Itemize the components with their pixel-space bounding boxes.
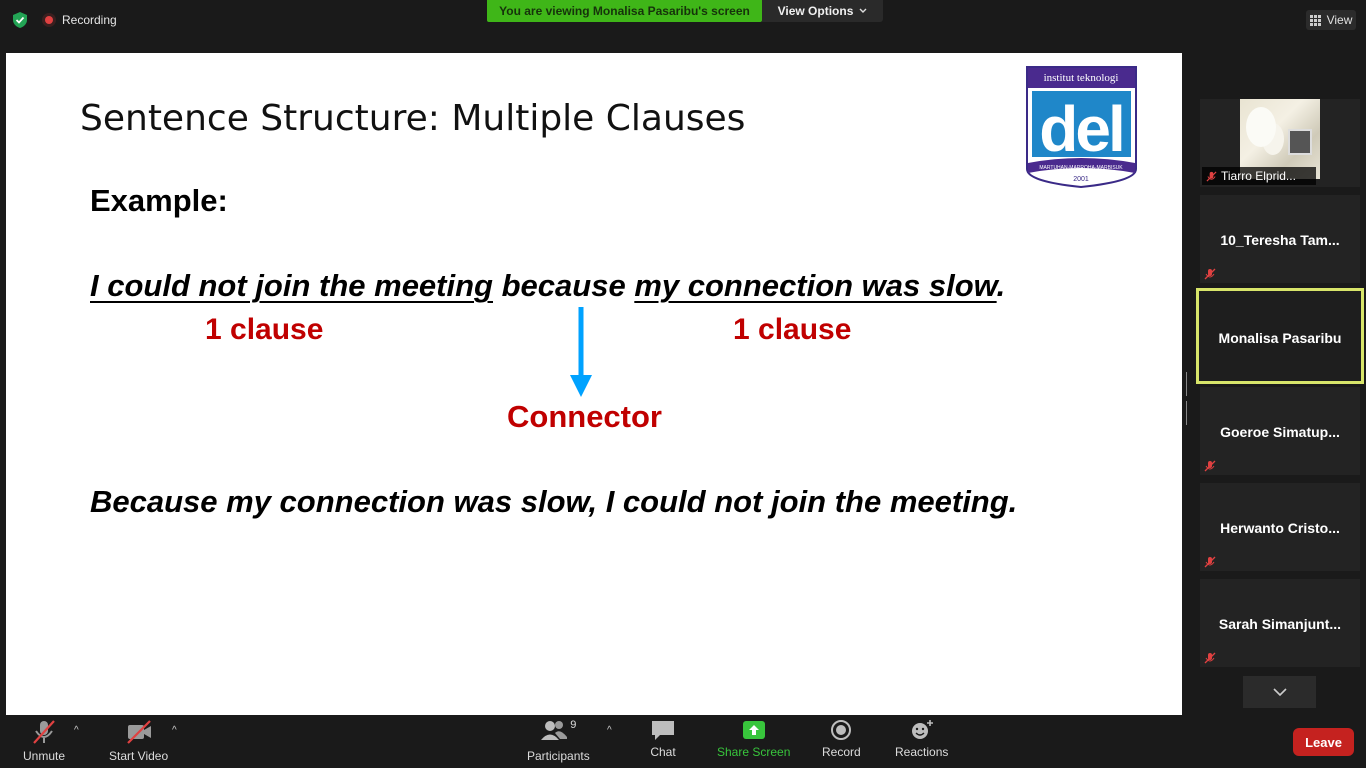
video-options-caret[interactable]: ^ <box>172 725 177 736</box>
mic-muted-icon <box>1204 268 1216 280</box>
recording-label: Recording <box>62 13 117 27</box>
chat-button[interactable]: Chat <box>650 719 676 759</box>
share-screen-button[interactable]: Share Screen <box>717 719 790 759</box>
clause-label-1: 1 clause <box>205 313 324 346</box>
participant-name: Monalisa Pasaribu <box>1218 330 1342 346</box>
recording-indicator[interactable]: Recording <box>42 11 117 29</box>
top-bar: Recording You are viewing Monalisa Pasar… <box>0 0 1366 40</box>
participants-icon <box>541 721 568 740</box>
mic-muted-icon <box>1204 556 1216 568</box>
record-label: Record <box>822 745 861 759</box>
start-video-button[interactable]: Start Video <box>109 719 168 763</box>
smiley-plus-icon <box>911 720 933 739</box>
mic-muted-icon <box>1204 652 1216 664</box>
svg-text:institut teknologi: institut teknologi <box>1044 72 1119 84</box>
mic-muted-icon <box>33 720 55 744</box>
participants-button[interactable]: 9 Participants <box>527 719 590 763</box>
participant-tile-active-speaker[interactable]: Monalisa Pasaribu <box>1196 288 1364 384</box>
view-label: View <box>1326 13 1353 27</box>
mic-muted-icon <box>1206 170 1217 182</box>
participant-tile[interactable]: 10_Teresha Tam... <box>1200 195 1360 283</box>
security-shield-icon[interactable] <box>11 11 29 29</box>
meeting-toolbar: Unmute ^ Start Video ^ 9 Participants ^ … <box>0 715 1366 768</box>
view-options-button[interactable]: View Options <box>762 0 883 22</box>
participant-tile[interactable]: Tiarro Elprid... <box>1200 99 1360 187</box>
recording-icon <box>42 13 56 27</box>
slide-title: Sentence Structure: Multiple Clauses <box>80 98 746 139</box>
clause-one-text: I could not join the meeting <box>90 268 493 303</box>
example-sentence: I could not join the meeting because my … <box>90 268 1005 304</box>
mic-muted-icon <box>1204 460 1216 472</box>
video-off-icon <box>126 720 151 744</box>
view-options-label: View Options <box>777 4 854 18</box>
unmute-button[interactable]: Unmute <box>23 719 65 763</box>
participant-name: Tiarro Elprid... <box>1221 169 1296 183</box>
participant-video-thumbnail: Tiarro Elprid... <box>1202 99 1320 185</box>
connector-word: because <box>493 268 635 303</box>
chevron-down-icon <box>1272 688 1287 696</box>
chat-label: Chat <box>650 745 676 759</box>
participant-tile[interactable]: Goeroe Simatup... <box>1200 387 1360 475</box>
panel-splitter-handle[interactable] <box>1186 372 1190 425</box>
gallery-scroll-down-button[interactable] <box>1243 676 1316 708</box>
share-screen-icon <box>742 721 765 739</box>
participant-name: Herwanto Cristo... <box>1220 520 1340 536</box>
down-arrow-icon <box>570 307 592 397</box>
clause-label-2: 1 clause <box>733 313 852 346</box>
participants-options-caret[interactable]: ^ <box>607 725 612 736</box>
reordered-sentence: Because my connection was slow, I could … <box>90 484 1018 519</box>
record-icon <box>831 720 852 740</box>
clause-two-text: my connection was slow <box>634 268 997 303</box>
participant-name: Sarah Simanjunt... <box>1218 616 1342 632</box>
svg-text:MARTUHAN·MARROHA·MARBISUK: MARTUHAN·MARROHA·MARBISUK <box>1039 165 1123 171</box>
shared-screen: Sentence Structure: Multiple Clauses Exa… <box>6 53 1182 715</box>
chevron-down-icon <box>859 8 867 13</box>
participants-count: 9 <box>570 719 577 731</box>
record-button[interactable]: Record <box>822 719 861 759</box>
del-logo: institut teknologi del MARTUHAN·MARROHA·… <box>1026 66 1137 189</box>
grid-icon <box>1309 14 1321 26</box>
svg-text:2001: 2001 <box>1073 176 1089 183</box>
participants-label: Participants <box>527 749 590 763</box>
svg-text:del: del <box>1039 93 1122 165</box>
example-label: Example: <box>90 183 228 218</box>
share-screen-label: Share Screen <box>717 745 791 759</box>
leave-button[interactable]: Leave <box>1293 728 1354 756</box>
reactions-button[interactable]: Reactions <box>895 719 948 759</box>
view-button[interactable]: View <box>1306 10 1356 30</box>
participant-tile[interactable]: Sarah Simanjunt... <box>1200 579 1360 667</box>
sentence-period: . <box>996 268 1006 303</box>
connector-label: Connector <box>507 399 662 434</box>
participant-tile[interactable]: Herwanto Cristo... <box>1200 483 1360 571</box>
audio-options-caret[interactable]: ^ <box>74 725 79 736</box>
reactions-label: Reactions <box>895 745 949 759</box>
chat-icon <box>652 721 674 740</box>
viewing-banner: You are viewing Monalisa Pasaribu's scre… <box>487 0 762 22</box>
unmute-label: Unmute <box>23 749 66 763</box>
start-video-label: Start Video <box>109 749 169 763</box>
participant-name: 10_Teresha Tam... <box>1220 232 1340 248</box>
participant-name: Goeroe Simatup... <box>1220 424 1340 440</box>
